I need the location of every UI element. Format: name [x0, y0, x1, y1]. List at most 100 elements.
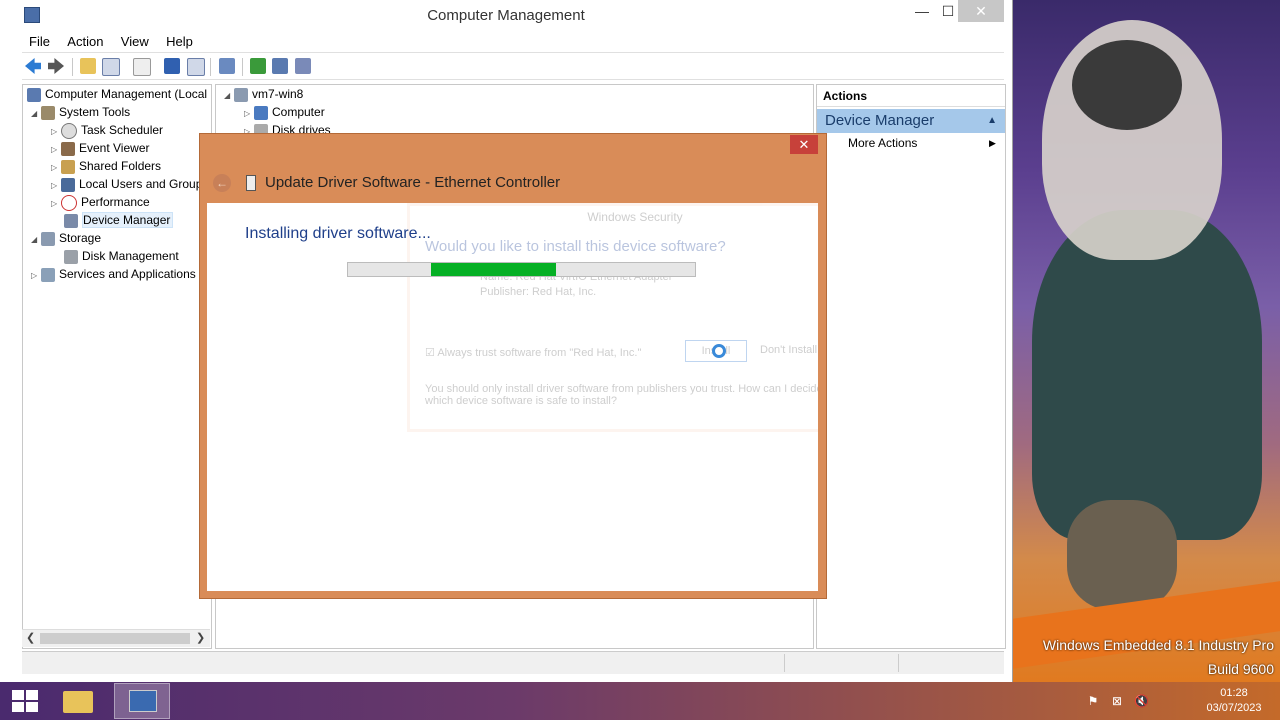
collapsed-arrow-icon[interactable]: ▷	[31, 267, 41, 285]
actions-section-device-manager[interactable]: Device Manager ▲	[817, 109, 1005, 133]
clock-time: 01:28	[1220, 687, 1248, 699]
help-icon[interactable]	[164, 58, 180, 74]
always-trust-checkbox[interactable]: ☑ Always trust software from "Red Hat, I…	[425, 346, 641, 359]
tree-item-performance[interactable]: ▷ Performance	[51, 193, 150, 211]
dialog-close-button[interactable]: ✕	[790, 135, 818, 154]
device-manager-icon	[64, 213, 78, 228]
expanded-arrow-icon[interactable]: ◢	[31, 105, 41, 123]
tree-item-disk-management[interactable]: Disk Management	[61, 247, 179, 265]
dialog-title: Update Driver Software - Ethernet Contro…	[265, 174, 561, 191]
computer-management-icon	[27, 87, 41, 102]
always-trust-label: Always trust software from "Red Hat, Inc…	[437, 347, 642, 359]
event-log-icon	[61, 141, 75, 156]
computer-management-icon	[129, 690, 157, 712]
install-progress-bar	[347, 262, 696, 277]
back-arrow-icon[interactable]	[25, 58, 41, 74]
actions-header: Actions	[817, 85, 1005, 107]
device-item-label: Computer	[272, 105, 325, 119]
tree-item-label: Device Manager	[82, 212, 174, 228]
installing-heading: Installing driver software...	[245, 225, 431, 242]
menu-view[interactable]: View	[114, 32, 156, 51]
menu-help[interactable]: Help	[159, 32, 200, 51]
device-tree-root[interactable]: ◢ vm7-win8	[224, 85, 303, 103]
wallpaper-figure-hand	[1067, 500, 1177, 610]
status-divider	[784, 654, 785, 672]
security-question: Would you like to install this device so…	[425, 238, 726, 255]
tree-item-storage[interactable]: ◢ Storage	[31, 229, 101, 247]
tree-item-label: Performance	[81, 195, 150, 209]
tree-item-task-scheduler[interactable]: ▷ Task Scheduler	[51, 121, 163, 139]
expanded-arrow-icon[interactable]: ◢	[224, 87, 234, 105]
tree-item-shared-folders[interactable]: ▷ Shared Folders	[51, 157, 161, 175]
storage-icon	[41, 231, 55, 246]
volume-muted-icon[interactable]: 🔇	[1134, 694, 1149, 708]
actions-pane: Actions Device Manager ▲ More Actions ▶	[816, 84, 1006, 649]
forward-arrow-icon[interactable]	[48, 58, 64, 74]
system-clock[interactable]: 01:28 03/07/2023	[1196, 686, 1272, 716]
tree-item-local-users[interactable]: ▷ Local Users and Groups	[51, 175, 208, 193]
menu-action[interactable]: Action	[60, 32, 110, 51]
tree-item-label: Local Users and Groups	[79, 177, 209, 191]
monitor-icon	[254, 105, 268, 120]
windows-logo-icon	[12, 702, 24, 712]
tree-root[interactable]: Computer Management (Local	[27, 85, 207, 103]
more-actions-item[interactable]: More Actions	[848, 136, 917, 150]
toolbar-separator	[72, 58, 73, 76]
back-button[interactable]: ←	[213, 174, 231, 192]
desktop-wallpaper: Windows Embedded 8.1 Industry Pro Build …	[1012, 0, 1280, 682]
tree-item-system-tools[interactable]: ◢ System Tools	[31, 103, 130, 121]
properties-icon[interactable]	[133, 58, 151, 76]
show-action-pane-icon[interactable]	[187, 58, 205, 76]
tree-item-event-viewer[interactable]: ▷ Event Viewer	[51, 139, 149, 157]
title-bar[interactable]: Computer Management — ☐ ✕	[0, 0, 1012, 30]
os-edition-label: Windows Embedded 8.1 Industry Pro	[1042, 637, 1274, 653]
scroll-right-icon[interactable]: ❯	[196, 631, 205, 644]
disk-icon	[64, 249, 78, 264]
collapse-up-icon[interactable]: ▲	[987, 109, 997, 133]
computer-icon	[234, 87, 248, 102]
wallpaper-figure-cap	[1072, 40, 1182, 130]
action-center-flag-icon[interactable]: ⚑	[1086, 694, 1100, 708]
driver-icon	[246, 175, 256, 191]
toolbar-separator	[210, 58, 211, 76]
actions-section-label: Device Manager	[825, 112, 935, 129]
tree-item-services[interactable]: ▷ Services and Applications	[31, 265, 196, 283]
tree-item-device-manager[interactable]: Device Manager	[61, 211, 174, 229]
up-folder-icon[interactable]	[80, 58, 96, 74]
start-button[interactable]	[12, 690, 40, 714]
scrollbar-thumb[interactable]	[40, 633, 190, 644]
computer-management-taskbar-button[interactable]	[114, 683, 170, 719]
device-publisher: Publisher: Red Hat, Inc.	[480, 286, 597, 298]
windows-security-prompt: Windows Security Would you like to insta…	[407, 203, 818, 432]
tree-item-label: System Tools	[59, 105, 131, 119]
status-divider	[898, 654, 899, 672]
update-driver-dialog: ✕ ← Update Driver Software - Ethernet Co…	[199, 133, 827, 599]
device-item-computer[interactable]: ▷ Computer	[244, 103, 325, 121]
close-button[interactable]: ✕	[958, 0, 1004, 22]
menu-file[interactable]: File	[22, 32, 57, 51]
collapsed-arrow-icon[interactable]: ▷	[51, 195, 61, 213]
horizontal-scrollbar[interactable]: ❮ ❯	[22, 629, 210, 647]
expanded-arrow-icon[interactable]: ◢	[31, 231, 41, 249]
users-icon	[61, 177, 75, 192]
tree-item-label: Shared Folders	[79, 159, 162, 173]
show-hide-tree-icon[interactable]	[102, 58, 120, 76]
uninstall-device-icon[interactable]	[272, 58, 288, 74]
os-build-label: Build 9600	[1207, 661, 1274, 677]
dont-install-button[interactable]: Don't Install	[760, 344, 817, 356]
shared-folder-icon	[61, 159, 75, 174]
tree-item-label: Disk Management	[82, 249, 179, 263]
windows-logo-icon	[26, 690, 38, 700]
console-tree: Computer Management (Local ◢ System Tools…	[22, 84, 212, 649]
scroll-left-icon[interactable]: ❮	[26, 631, 35, 644]
tree-item-label: Services and Applications	[59, 267, 196, 281]
enable-device-icon[interactable]	[295, 58, 311, 74]
clock-date: 03/07/2023	[1206, 702, 1262, 714]
folder-icon	[63, 691, 93, 713]
scan-hardware-icon[interactable]	[219, 58, 235, 74]
file-explorer-taskbar-button[interactable]	[53, 683, 103, 719]
security-warning: You should only install driver software …	[425, 383, 818, 407]
update-driver-icon[interactable]	[250, 58, 266, 74]
network-disconnected-icon[interactable]: ⊠	[1110, 694, 1124, 708]
status-bar	[22, 651, 1004, 674]
